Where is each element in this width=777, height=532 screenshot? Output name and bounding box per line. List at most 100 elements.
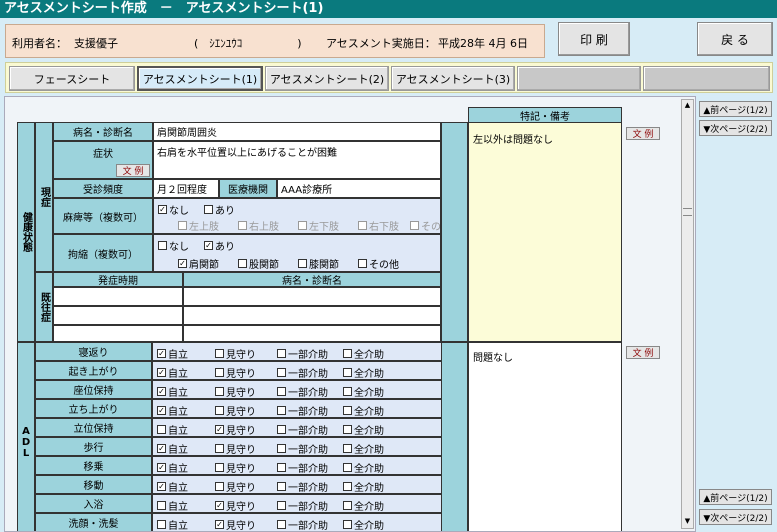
adl-option-checkbox[interactable]: 自立: [157, 517, 188, 531]
back-button[interactable]: 戻 る: [697, 22, 773, 56]
diagnosis-input[interactable]: 肩関節周囲炎: [153, 122, 441, 141]
print-button[interactable]: 印 刷: [558, 22, 630, 56]
next-page-button-top[interactable]: ▼次ページ(2/2): [699, 120, 772, 136]
paralysis-left-leg-checkbox[interactable]: 左下肢: [298, 218, 339, 233]
checkbox-icon: [157, 501, 166, 510]
checkbox-icon: [215, 349, 224, 358]
adl-option-checkbox[interactable]: ✓ 見守り: [215, 422, 256, 437]
paralysis-yes-checkbox[interactable]: あり: [204, 202, 235, 217]
contracture-other-checkbox[interactable]: その他: [358, 256, 399, 271]
adl-option-checkbox[interactable]: ✓ 自立: [157, 346, 188, 361]
checkbox-icon: [343, 463, 352, 472]
adl-option-checkbox[interactable]: ✓ 自立: [157, 365, 188, 380]
adl-option-checkbox[interactable]: 一部介助: [277, 422, 328, 437]
past-diagnosis-input-1[interactable]: [183, 287, 441, 306]
adl-option-checkbox[interactable]: 全介助: [343, 517, 384, 531]
adl-option-checkbox[interactable]: 見守り: [215, 460, 256, 475]
prev-page-button-bottom[interactable]: ▲前ページ(1/2): [699, 489, 772, 505]
past-diagnosis-input-2[interactable]: [183, 306, 441, 325]
adl-option-checkbox[interactable]: ✓ 自立: [157, 479, 188, 494]
institution-input[interactable]: AAA診療所: [277, 179, 441, 198]
checkbox-icon: [277, 463, 286, 472]
vertical-scrollbar[interactable]: ▲ ▼: [681, 99, 694, 529]
adl-option-checkbox[interactable]: 全介助: [343, 346, 384, 361]
adl-notes-example-button[interactable]: 文 例: [626, 346, 660, 359]
adl-option-checkbox[interactable]: 全介助: [343, 422, 384, 437]
adl-option-checkbox[interactable]: 全介助: [343, 365, 384, 380]
paralysis-other-checkbox[interactable]: その他: [410, 218, 440, 233]
paralysis-label: 麻痺等（複数可）: [53, 198, 153, 234]
checkbox-icon: [343, 406, 352, 415]
adl-option-checkbox[interactable]: 一部介助: [277, 441, 328, 456]
adl-option-checkbox[interactable]: 自立: [157, 498, 188, 513]
contracture-yes-checkbox[interactable]: ✓ あり: [204, 238, 235, 253]
adl-option-checkbox[interactable]: ✓ 見守り: [215, 498, 256, 513]
adl-option-checkbox[interactable]: 全介助: [343, 479, 384, 494]
adl-option-checkbox[interactable]: 一部介助: [277, 498, 328, 513]
tab-bar: フェースシート アセスメントシート(1) アセスメントシート(2) アセスメント…: [5, 62, 773, 93]
adl-option-checkbox[interactable]: 見守り: [215, 365, 256, 380]
scroll-down-icon[interactable]: ▼: [683, 517, 692, 527]
past-onset-input-1[interactable]: [53, 287, 183, 306]
adl-option-checkbox[interactable]: ✓ 自立: [157, 441, 188, 456]
tab-assessment-1[interactable]: アセスメントシート(1): [137, 66, 263, 91]
adl-row-label: 入浴: [35, 494, 152, 513]
adl-option-checkbox[interactable]: 見守り: [215, 403, 256, 418]
adl-option-checkbox[interactable]: 一部介助: [277, 517, 328, 531]
adl-option-checkbox[interactable]: 全介助: [343, 384, 384, 399]
checkbox-icon: ✓: [157, 368, 166, 377]
past-onset-input-2[interactable]: [53, 306, 183, 325]
contracture-none-checkbox[interactable]: なし: [158, 238, 189, 253]
adl-option-checkbox[interactable]: ✓ 自立: [157, 384, 188, 399]
prev-page-button-top[interactable]: ▲前ページ(1/2): [699, 101, 772, 117]
symptom-input[interactable]: 右肩を水平位置以上にあげることが困難: [153, 141, 441, 179]
adl-option-checkbox[interactable]: 一部介助: [277, 403, 328, 418]
contracture-hip-checkbox[interactable]: 股関節: [238, 256, 279, 271]
paralysis-none-checkbox[interactable]: ✓ なし: [158, 202, 189, 217]
adl-option-checkbox[interactable]: 全介助: [343, 460, 384, 475]
contracture-shoulder-checkbox[interactable]: ✓ 肩関節: [178, 256, 219, 271]
adl-row-options: 自立 ✓ 見守り 一部介助 全介助: [152, 418, 442, 437]
adl-option-checkbox[interactable]: ✓ 自立: [157, 403, 188, 418]
tab-assessment-3[interactable]: アセスメントシート(3): [391, 66, 515, 91]
paralysis-left-arm-checkbox[interactable]: 左上肢: [178, 218, 219, 233]
health-notes-example-button[interactable]: 文 例: [626, 127, 660, 140]
assessment-date-label: アセスメント実施日：: [326, 37, 436, 50]
adl-option-checkbox[interactable]: 全介助: [343, 498, 384, 513]
adl-option-checkbox[interactable]: 一部介助: [277, 479, 328, 494]
paralysis-right-arm-checkbox[interactable]: 右上肢: [238, 218, 279, 233]
next-page-button-bottom[interactable]: ▼次ページ(2/2): [699, 509, 772, 525]
adl-option-checkbox[interactable]: 一部介助: [277, 346, 328, 361]
adl-row-options: ✓ 自立 見守り 一部介助 全介助: [152, 342, 442, 361]
adl-row-label: 歩行: [35, 437, 152, 456]
tab-assessment-2[interactable]: アセスメントシート(2): [265, 66, 389, 91]
past-onset-input-3[interactable]: [53, 325, 183, 342]
paralysis-right-leg-checkbox[interactable]: 右下肢: [358, 218, 399, 233]
adl-notes-input[interactable]: 問題なし: [468, 342, 622, 531]
adl-option-checkbox[interactable]: 一部介助: [277, 365, 328, 380]
adl-option-checkbox[interactable]: ✓ 見守り: [215, 517, 256, 531]
adl-option-checkbox[interactable]: 見守り: [215, 441, 256, 456]
adl-option-checkbox[interactable]: 一部介助: [277, 384, 328, 399]
scroll-up-icon[interactable]: ▲: [683, 101, 692, 111]
adl-option-checkbox[interactable]: 全介助: [343, 441, 384, 456]
symptom-example-button[interactable]: 文 例: [116, 164, 150, 177]
past-diagnosis-input-3[interactable]: [183, 325, 441, 342]
visit-frequency-input[interactable]: 月２回程度: [153, 179, 219, 198]
checkbox-icon: [157, 425, 166, 434]
adl-option-checkbox[interactable]: 見守り: [215, 346, 256, 361]
contracture-knee-checkbox[interactable]: 膝関節: [298, 256, 339, 271]
adl-option-checkbox[interactable]: 見守り: [215, 384, 256, 399]
adl-option-checkbox[interactable]: 自立: [157, 422, 188, 437]
adl-option-checkbox[interactable]: 一部介助: [277, 460, 328, 475]
section-adl: ADL: [17, 342, 35, 531]
health-notes-input[interactable]: 左以外は問題なし: [468, 122, 622, 342]
user-kana-value: ( ｼｴﾝﾕｳｺ ): [194, 37, 302, 50]
adl-option-checkbox[interactable]: 全介助: [343, 403, 384, 418]
checkbox-icon: [215, 368, 224, 377]
adl-option-checkbox[interactable]: ✓ 自立: [157, 460, 188, 475]
checkbox-icon: [343, 349, 352, 358]
tab-face-sheet[interactable]: フェースシート: [9, 66, 135, 91]
scroll-thumb-grip-icon[interactable]: [683, 208, 692, 216]
adl-option-checkbox[interactable]: 見守り: [215, 479, 256, 494]
